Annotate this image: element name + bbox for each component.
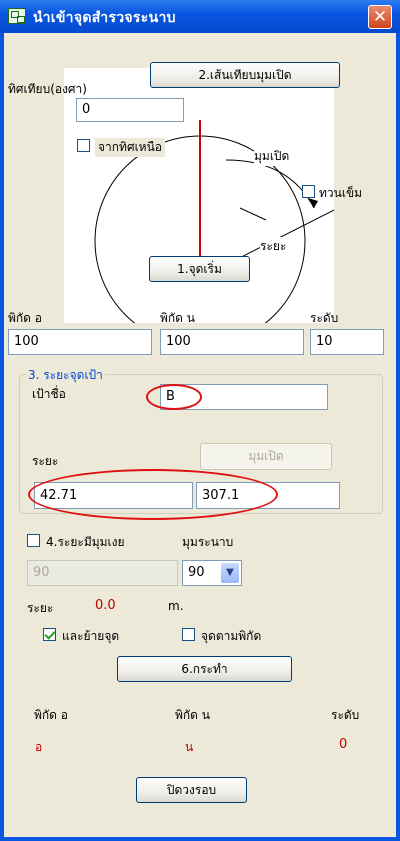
result-e-value: อ <box>35 740 43 754</box>
coord-e-label: พิกัด อ <box>8 311 42 325</box>
point-by-coord-label: จุดตามพิกัด <box>201 629 262 643</box>
close-window-button[interactable]: ✕ <box>368 5 392 29</box>
coord-level-input[interactable]: 10 <box>310 329 384 355</box>
title-bar[interactable]: นำเข้าจุดสำรวจระนาบ ✕ <box>0 0 400 33</box>
dialog-body: มุมเปิด ระยะ ทิศเทียบ(องศา) 2.เส้นเทียบม… <box>4 33 396 837</box>
target-values-highlight <box>28 469 278 520</box>
execute-button[interactable]: 6.กระทำ <box>117 656 292 682</box>
diagram-distance-label: ระยะ <box>260 237 287 256</box>
slope-checkbox[interactable] <box>27 534 40 547</box>
coord-e-input[interactable]: 100 <box>8 329 152 355</box>
dialog-window: นำเข้าจุดสำรวจระนาบ ✕ มุมเปิด ระยะ ทิศเท… <box>0 0 400 841</box>
coord-n-input[interactable]: 100 <box>160 329 304 355</box>
start-point-button[interactable]: 1.จุดเริ่ม <box>149 256 250 282</box>
slope-distance-value: 0.0 <box>95 598 116 613</box>
plane-angle-select[interactable]: 90 ▼ <box>182 560 242 586</box>
bearing-label: ทิศเทียบ(องศา) <box>8 82 87 96</box>
move-point-label: และย้ายจุด <box>62 629 120 643</box>
window-title: นำเข้าจุดสำรวจระนาบ <box>33 10 176 26</box>
result-n-label: พิกัด น <box>175 708 210 722</box>
from-north-checkbox[interactable] <box>77 139 90 152</box>
close-traverse-button[interactable]: ปิดวงรอบ <box>136 777 247 803</box>
slope-checkbox-label: 4.ระยะมีมุมเงย <box>46 535 125 549</box>
plane-angle-select-value: 90 <box>188 565 205 580</box>
from-north-label: จากทิศเหนือ <box>95 138 165 157</box>
target-distance-label: ระยะ <box>32 454 59 468</box>
result-level-value: 0 <box>339 737 348 752</box>
slope-distance-label: ระยะ <box>27 601 54 615</box>
result-level-label: ระดับ <box>331 708 360 722</box>
result-n-value: น <box>185 740 194 754</box>
diagram-angle-label: มุมเปิด <box>254 147 290 166</box>
app-icon <box>8 8 26 24</box>
counterclockwise-label: ทวนเข็ม <box>319 186 363 200</box>
chevron-down-icon[interactable]: ▼ <box>221 563 239 583</box>
bearing-input[interactable]: 0 <box>76 98 184 122</box>
open-angle-button[interactable]: มุมเปิด <box>200 443 332 470</box>
target-name-label: เป้าชื่อ <box>32 387 66 401</box>
reference-line-button[interactable]: 2.เส้นเทียบมุมเปิด <box>150 62 340 88</box>
slope-distance-unit: m. <box>168 599 184 613</box>
result-e-label: พิกัด อ <box>34 708 68 722</box>
coord-level-label: ระดับ <box>310 311 339 325</box>
coord-n-label: พิกัด น <box>160 311 195 325</box>
plane-angle-label: มุมระนาบ <box>182 535 234 549</box>
target-name-highlight <box>146 384 202 410</box>
target-group-title: 3. ระยะจุดเป้า <box>26 366 105 385</box>
point-by-coord-checkbox[interactable] <box>182 628 195 641</box>
counterclockwise-checkbox[interactable] <box>302 185 315 198</box>
move-point-checkbox[interactable] <box>43 628 56 641</box>
slope-angle-input[interactable]: 90 <box>27 560 178 586</box>
